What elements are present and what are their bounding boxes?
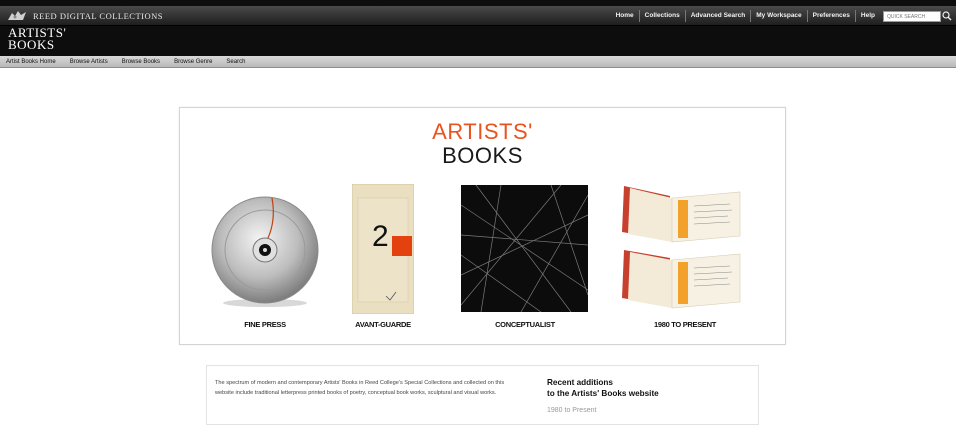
search-icon[interactable] [942,11,952,21]
brand[interactable]: REED DIGITAL COLLECTIONS [6,8,163,24]
hero-panel: ARTISTS' BOOKS FINE PRESS 2 AVANT-GUARDE… [179,107,786,345]
site-title-line2: BOOKS [8,37,55,52]
recent-link-1980[interactable]: 1980 to Present [547,407,596,414]
nav-preferences[interactable]: Preferences [806,10,855,22]
nav-advanced-search[interactable]: Advanced Search [684,10,751,22]
tile-caption-conceptualist[interactable]: CONCEPTUALIST [480,320,570,329]
subnav-browse-artists[interactable]: Browse Artists [70,59,108,65]
nav-home[interactable]: Home [611,10,639,22]
site-title[interactable]: ARTISTS' BOOKS [8,26,66,52]
red-square-image: 2 [351,183,415,315]
nav-my-workspace[interactable]: My Workspace [750,10,806,22]
black-lines-image [460,184,589,313]
top-nav: Home Collections Advanced Search My Work… [611,10,880,22]
quick-search-input[interactable] [883,11,941,22]
tile-caption-avant-guarde[interactable]: AVANT-GUARDE [353,320,413,329]
tile-caption-1980-to-present[interactable]: 1980 TO PRESENT [640,320,730,329]
nav-help[interactable]: Help [854,10,880,22]
tile-avant-guarde[interactable]: 2 [351,183,415,315]
tile-fine-press[interactable] [210,190,320,310]
open-books-image [622,186,741,309]
hero-title-line1: ARTISTS' [432,119,533,144]
top-bar: REED DIGITAL COLLECTIONS Home Collection… [0,6,956,26]
tile-caption-fine-press[interactable]: FINE PRESS [235,320,295,329]
recent-title-line2: to the Artists' Books website [547,389,659,398]
subnav-search[interactable]: Search [226,59,245,65]
info-panel: The spectrum of modern and contemporary … [206,365,759,425]
hero-title-line2: BOOKS [442,143,523,168]
sub-nav: Artist Books Home Browse Artists Browse … [0,56,956,68]
nav-collections[interactable]: Collections [638,10,685,22]
griffin-logo-icon [8,11,26,20]
recent-title-line1: Recent additions [547,378,613,387]
subnav-browse-genre[interactable]: Browse Genre [174,59,212,65]
tile-conceptualist[interactable] [460,184,589,313]
svg-text:2: 2 [372,220,389,253]
site-header: REED DIGITAL COLLECTIONS Home Collection… [0,0,956,56]
tile-1980-to-present[interactable] [620,184,744,314]
brand-label: REED DIGITAL COLLECTIONS [33,11,163,21]
intro-text: The spectrum of modern and contemporary … [215,380,505,396]
recent-additions-heading: Recent additions to the Artists' Books w… [547,377,659,399]
metal-disc-image [211,196,319,307]
subnav-artist-books-home[interactable]: Artist Books Home [6,59,56,65]
subnav-browse-books[interactable]: Browse Books [122,59,160,65]
